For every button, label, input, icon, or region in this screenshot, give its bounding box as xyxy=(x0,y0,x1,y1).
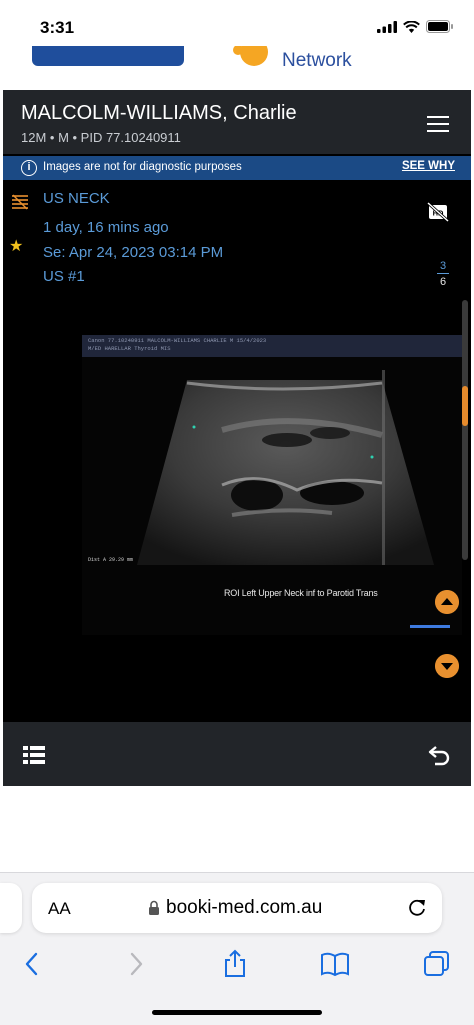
signal-icon xyxy=(377,20,397,33)
status-time: 3:31 xyxy=(40,18,75,37)
site-button[interactable] xyxy=(32,46,184,66)
battery-icon xyxy=(426,20,453,33)
share-icon[interactable] xyxy=(220,949,250,979)
bookmarks-icon[interactable] xyxy=(320,949,350,979)
status-bar: 3:31 xyxy=(0,0,474,46)
scrollbar-thumb[interactable] xyxy=(462,386,468,426)
series-label: US #1 xyxy=(43,268,85,285)
hamburger-menu-icon[interactable] xyxy=(427,116,449,132)
image-scrollbar[interactable] xyxy=(462,300,468,560)
patient-name: MALCOLM-WILLIAMS, Charlie xyxy=(21,102,297,124)
forward-icon[interactable] xyxy=(120,949,150,979)
ultrasound-header: Canon 77.10240911 MALCOLM-WILLIAMS CHARL… xyxy=(82,335,462,357)
report-list-icon[interactable] xyxy=(11,194,29,210)
wifi-icon xyxy=(403,20,420,33)
study-title: US NECK xyxy=(43,190,110,207)
hd-off-icon[interactable]: HD xyxy=(427,202,449,222)
grid-view-icon[interactable] xyxy=(23,746,45,764)
home-indicator xyxy=(152,1010,322,1015)
current-image-number: 3 xyxy=(437,260,449,274)
ultrasound-header-line-2: M/ED HARELLAR Thyroid MIS xyxy=(88,345,171,352)
info-icon: i xyxy=(21,160,37,176)
study-relative-time: 1 day, 16 mins ago xyxy=(43,219,169,236)
address-bar[interactable]: AA booki-med.com.au xyxy=(32,883,442,933)
total-image-number: 6 xyxy=(439,276,447,288)
lock-icon xyxy=(149,900,159,915)
site-header: Network xyxy=(0,46,474,90)
tabs-icon[interactable] xyxy=(422,949,452,979)
series-date: Se: Apr 24, 2023 03:14 PM xyxy=(43,244,224,261)
image-viewer: MALCOLM-WILLIAMS, Charlie 12M • M • PID … xyxy=(3,90,471,786)
reader-settings-button[interactable]: AA xyxy=(48,899,71,919)
network-logo-icon xyxy=(233,46,268,66)
see-why-link[interactable]: SEE WHY xyxy=(402,160,455,172)
network-logo-text: Network xyxy=(282,50,352,71)
star-icon[interactable]: ★ xyxy=(9,236,23,256)
return-icon[interactable] xyxy=(427,744,451,766)
image-counter: 3 6 xyxy=(437,260,449,288)
browser-toolbar: AA booki-med.com.au xyxy=(0,872,474,1025)
viewer-toolbar xyxy=(3,722,471,786)
notice-text: Images are not for diagnostic purposes xyxy=(43,161,242,173)
status-icons xyxy=(377,20,454,33)
patient-details: 12M • M • PID 77.10240911 xyxy=(21,130,181,145)
measurement-readout: Dist A 29.29 mm xyxy=(88,557,134,563)
ultrasound-header-line-1: Canon 77.10240911 MALCOLM-WILLIAMS CHARL… xyxy=(88,337,267,344)
previous-image-icon[interactable] xyxy=(435,590,459,614)
patient-header: MALCOLM-WILLIAMS, Charlie 12M • M • PID … xyxy=(3,90,471,154)
ultrasound-image[interactable]: Canon 77.10240911 MALCOLM-WILLIAMS CHARL… xyxy=(82,335,462,635)
ultrasound-blue-bar xyxy=(410,625,450,628)
next-image-icon[interactable] xyxy=(435,654,459,678)
diagnostic-notice: i Images are not for diagnostic purposes… xyxy=(3,156,471,180)
back-icon[interactable] xyxy=(18,949,48,979)
ultrasound-annotation: ROI Left Upper Neck inf to Parotid Trans xyxy=(224,588,378,598)
url-text[interactable]: booki-med.com.au xyxy=(166,897,322,919)
previous-tab-preview[interactable] xyxy=(0,883,22,933)
reload-icon[interactable] xyxy=(406,897,428,919)
